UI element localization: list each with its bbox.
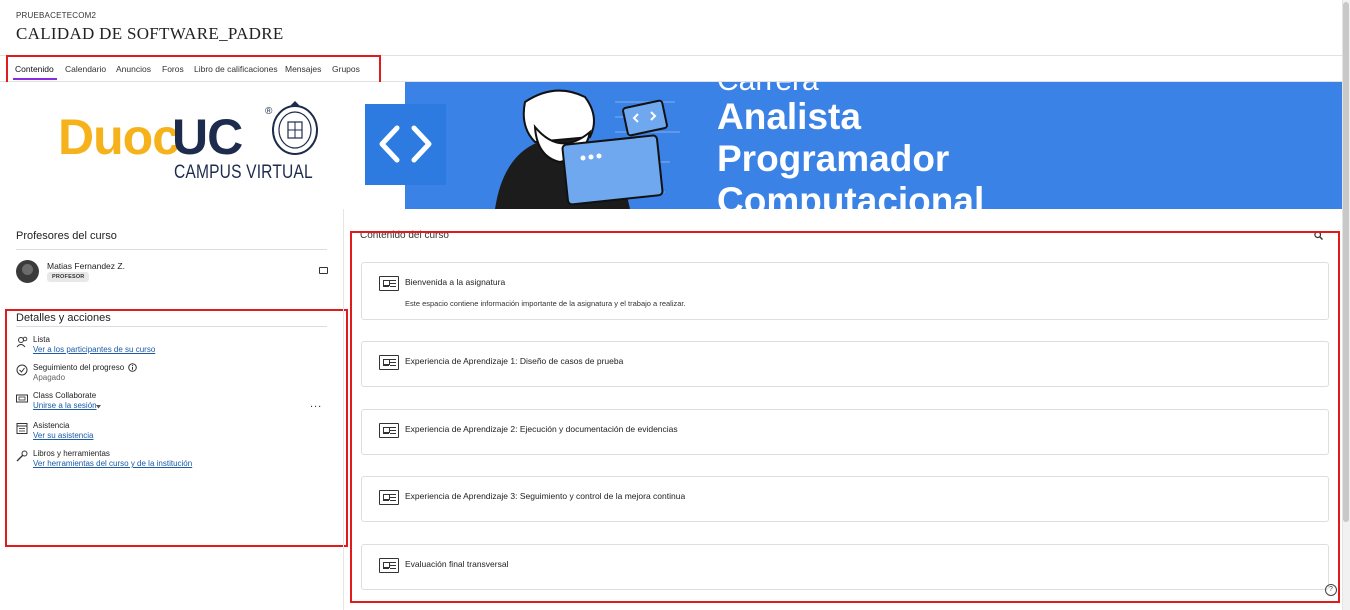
content-highlight-box [350,231,1340,603]
course-title: CALIDAD DE SOFTWARE_PADRE [16,24,284,43]
course-header: PRUEBACETECOM2 CALIDAD DE SOFTWARE_PADRE [0,0,1342,56]
banner-career-line-programador: Programador [717,138,950,179]
professor-name[interactable]: Matias Fernandez Z. [47,261,125,271]
banner-blue-panel: Carrera Analista Programador Computacion… [405,82,1342,209]
professors-divider [16,249,327,250]
uc-logo-text: UC [172,109,243,165]
developer-illustration-icon [495,89,680,209]
nav-highlight-box [6,55,381,85]
page-scrollbar[interactable] [1342,0,1350,610]
banner-career-line-analista: Analista [717,96,861,137]
campus-virtual-text: CAMPUS VIRTUAL [174,162,313,183]
left-column: Profesores del curso Matias Fernandez Z.… [0,209,348,610]
code-brackets-icon [379,125,432,163]
university-seal-icon [272,101,318,155]
help-icon[interactable]: ? [1325,584,1337,596]
code-badge [365,104,446,185]
professor-role-badge: PROFESOR [47,272,90,282]
duoc-logo-text: Duoc [58,109,180,165]
details-highlight-box [5,309,348,547]
mail-icon[interactable] [319,267,328,274]
page: PRUEBACETECOM2 CALIDAD DE SOFTWARE_PADRE… [0,0,1350,610]
course-content-column: Contenido del curso Bienvenida a la asig… [343,209,1342,610]
avatar[interactable] [16,260,39,283]
scrollbar-thumb[interactable] [1343,2,1349,522]
professors-title: Profesores del curso [16,230,117,242]
course-banner: Duoc UC ® CAMPUS VIRTUAL Analista Progra… [0,82,1342,209]
course-code: PRUEBACETECOM2 [16,11,97,20]
banner-career-line-computacional: Computacional [717,180,985,209]
